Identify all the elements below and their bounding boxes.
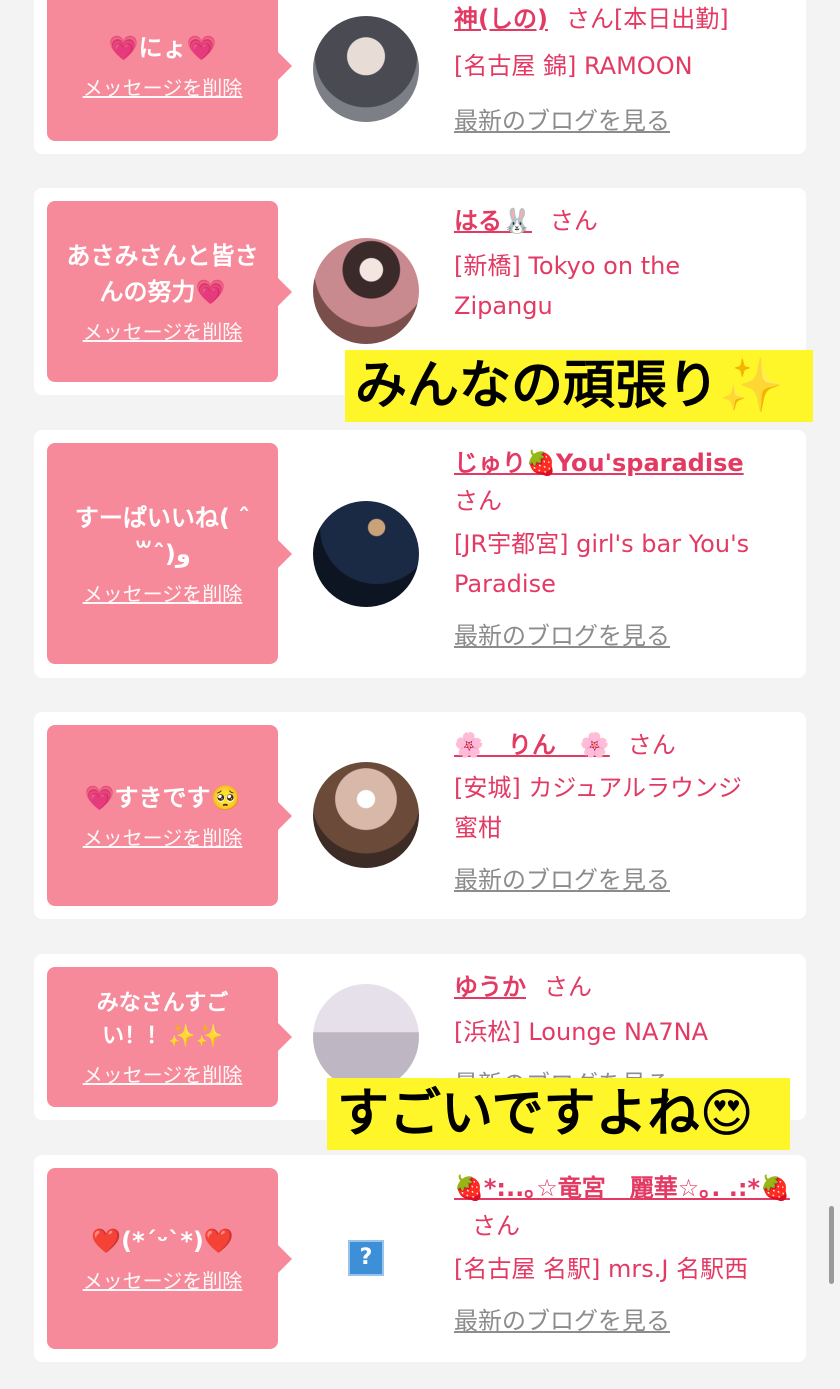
message-bubble: 💗すきです🥺 メッセージを削除 <box>47 725 292 906</box>
honorific: さん <box>544 973 592 1001</box>
honorific: さん <box>565 5 614 33</box>
shop-name: [名古屋 錦] RAMOON <box>454 52 693 80</box>
message-bubble: あさみさんと皆さんの努力💗 メッセージを削除 <box>47 201 292 382</box>
avatar[interactable] <box>313 238 419 344</box>
avatar-placeholder[interactable]: ? <box>313 1205 419 1311</box>
avatar[interactable] <box>313 762 419 868</box>
shop-name: [浜松] Lounge NA7NA <box>454 1018 709 1046</box>
message-card-1: 💗にょ💗 メッセージを削除 神(しの) さん[本日出勤] [名古屋 錦] RAMO… <box>34 0 806 154</box>
message-text: 💗にょ💗 <box>108 34 217 62</box>
message-bubble: ❤️(*´ᵕ`*)❤️ メッセージを削除 <box>47 1168 292 1349</box>
latest-blog-link[interactable]: 最新のブログを見る <box>454 1301 794 1341</box>
message-card-6: ❤️(*´ᵕ`*)❤️ メッセージを削除 ? 🍓*:..｡☆竜宮 麗華☆｡. .… <box>34 1155 806 1362</box>
user-name-link[interactable]: ゆうか <box>454 973 526 1001</box>
message-card-3: すーぱいいね( ˆ꒳ˆ)و メッセージを削除 じゅり🍓You'sparadise… <box>34 430 806 678</box>
message-text: みなさんすごい！！✨✨ <box>96 990 229 1049</box>
scrollbar[interactable] <box>829 1206 834 1284</box>
delete-message-link[interactable]: メッセージを削除 <box>83 72 243 101</box>
delete-message-link[interactable]: メッセージを削除 <box>83 316 243 345</box>
avatar[interactable] <box>313 501 419 607</box>
message-card-4: 💗すきです🥺 メッセージを削除 🌸 りん 🌸 さん [安城] カジュアルラウンジ … <box>34 712 806 919</box>
honorific: さん <box>627 731 676 759</box>
delete-message-link[interactable]: メッセージを削除 <box>83 578 243 607</box>
latest-blog-link[interactable]: 最新のブログを見る <box>454 860 794 900</box>
avatar[interactable] <box>313 16 419 122</box>
user-name-link[interactable]: はる🐰 <box>454 207 532 235</box>
caption-overlay-2: すごいですよね😍 <box>327 1078 790 1150</box>
message-bubble: みなさんすごい！！✨✨ メッセージを削除 <box>47 967 292 1107</box>
user-name-link[interactable]: じゅり🍓You'sparadise <box>454 449 744 477</box>
message-text: あさみさんと皆さんの努力💗 <box>66 242 259 306</box>
message-text: ❤️(*´ᵕ`*)❤️ <box>91 1227 234 1255</box>
honorific: さん <box>454 487 502 515</box>
delete-message-link[interactable]: メッセージを削除 <box>83 1265 243 1294</box>
delete-message-link[interactable]: メッセージを削除 <box>83 822 243 851</box>
latest-blog-link[interactable]: 最新のブログを見る <box>454 616 794 656</box>
status-tag: [本日出勤] <box>613 5 729 33</box>
shop-name: [新橋] Tokyo on the Zipangu <box>454 252 681 320</box>
shop-name: [名古屋 名駅] mrs.J 名駅西 <box>454 1255 749 1283</box>
user-name-link[interactable]: 神(しの) <box>454 5 548 33</box>
message-text: すーぱいいね( ˆ꒳ˆ)و <box>74 504 251 568</box>
honorific: さん <box>472 1212 520 1240</box>
honorific: さん <box>549 207 598 235</box>
caption-overlay-1: みんなの頑張り✨ <box>345 350 813 422</box>
user-name-link[interactable]: 🍓*:..｡☆竜宮 麗華☆｡. .:*🍓 <box>454 1174 790 1202</box>
shop-name: [JR宇都宮] girl's bar You's Paradise <box>454 530 750 598</box>
latest-blog-link[interactable]: 最新のブログを見る <box>454 101 794 141</box>
shop-name: [安城] カジュアルラウンジ 蜜柑 <box>454 774 766 842</box>
message-bubble: すーぱいいね( ˆ꒳ˆ)و メッセージを削除 <box>47 443 292 664</box>
broken-image-icon: ? <box>348 1240 384 1276</box>
delete-message-link[interactable]: メッセージを削除 <box>83 1059 243 1088</box>
message-bubble: 💗にょ💗 メッセージを削除 <box>47 0 292 141</box>
avatar[interactable] <box>313 984 419 1090</box>
message-text: 💗すきです🥺 <box>84 784 241 812</box>
user-name-link[interactable]: 🌸 りん 🌸 <box>454 731 610 759</box>
